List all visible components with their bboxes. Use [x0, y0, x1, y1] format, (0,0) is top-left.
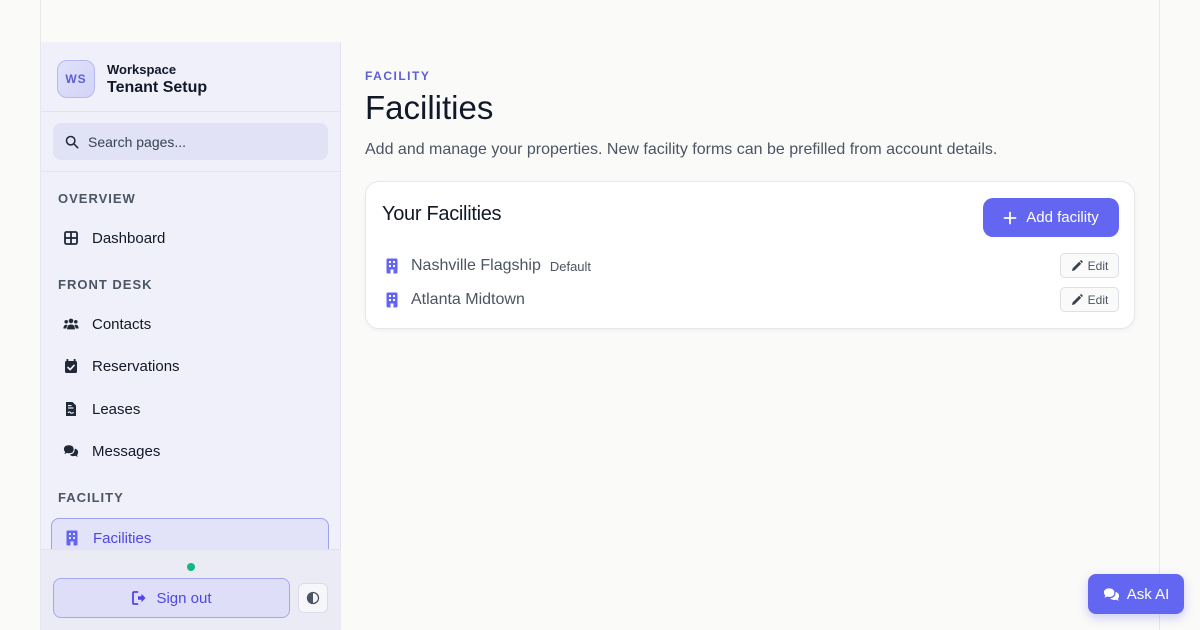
sidebar: WS Workspace Tenant Setup OVERVIEW Dashb… [41, 42, 341, 630]
edit-label: Edit [1087, 292, 1109, 307]
section-label-overview: OVERVIEW [58, 191, 136, 206]
workspace-title: Tenant Setup [107, 79, 208, 96]
edit-facility-button[interactable]: Edit [1060, 287, 1119, 312]
sidebar-item-label: Leases [92, 400, 141, 418]
sidebar-item-label: Messages [92, 442, 161, 460]
sidebar-item-reservations[interactable]: Reservations [51, 347, 329, 385]
edit-label: Edit [1087, 258, 1109, 273]
sign-out-label: Sign out [156, 589, 212, 607]
workspace-avatar: WS [57, 60, 95, 98]
sidebar-item-dashboard[interactable]: Dashboard [51, 219, 329, 257]
building-icon [386, 258, 398, 274]
sidebar-item-label: Dashboard [92, 229, 166, 247]
workspace-header[interactable]: WS Workspace Tenant Setup [41, 42, 341, 112]
frame-border-right [1159, 0, 1160, 630]
facility-name: Atlanta Midtown [411, 291, 525, 308]
search-input[interactable] [88, 133, 308, 150]
section-label-facility: FACILITY [58, 490, 124, 505]
facilities-card: Your Facilities Add facility Nashville F… [365, 181, 1135, 329]
sign-out-icon [132, 591, 146, 605]
facility-name: Nashville Flagship [411, 257, 541, 274]
calendar-check-icon [62, 357, 80, 375]
pencil-icon [1071, 293, 1083, 305]
chat-bubbles-icon [62, 442, 80, 460]
card-title: Your Facilities [382, 203, 502, 225]
edit-facility-button[interactable]: Edit [1060, 253, 1119, 278]
chat-bubbles-icon [1103, 587, 1119, 601]
pencil-icon [1071, 259, 1083, 271]
page-description: Add and manage your properties. New faci… [365, 141, 998, 158]
workspace-kicker: Workspace [107, 62, 177, 77]
contrast-icon [306, 591, 320, 605]
sidebar-item-label: Reservations [92, 357, 180, 375]
section-label-front-desk: FRONT DESK [58, 277, 153, 292]
sidebar-item-label: Contacts [92, 315, 152, 333]
add-facility-button[interactable]: Add facility [983, 198, 1119, 237]
search-section [41, 112, 341, 172]
add-facility-label: Add facility [1026, 209, 1099, 226]
search-icon [65, 135, 79, 148]
building-icon [63, 529, 81, 547]
page-kicker: FACILITY [365, 69, 431, 83]
theme-toggle-button[interactable] [298, 583, 328, 613]
ask-ai-button[interactable]: Ask AI [1088, 574, 1184, 614]
sidebar-item-leases[interactable]: Leases [51, 390, 329, 428]
default-badge: Default [549, 258, 592, 274]
sidebar-footer: Sign out [41, 549, 341, 630]
users-icon [62, 315, 80, 333]
search-box[interactable] [53, 123, 328, 160]
plus-icon [1003, 211, 1017, 224]
sidebar-item-messages[interactable]: Messages [51, 432, 329, 470]
ask-ai-label: Ask AI [1126, 585, 1170, 603]
facility-row[interactable]: Atlanta Midtown Edit [385, 287, 1119, 313]
status-dot [187, 563, 195, 571]
page-title: Facilities [365, 89, 494, 126]
sidebar-item-contacts[interactable]: Contacts [51, 305, 329, 343]
grid-icon [62, 229, 80, 247]
sign-out-button[interactable]: Sign out [53, 578, 290, 618]
facility-row[interactable]: Nashville Flagship Default Edit [385, 253, 1119, 279]
sidebar-item-label: Facilities [93, 529, 152, 547]
building-icon [386, 292, 398, 308]
file-contract-icon [62, 400, 80, 418]
